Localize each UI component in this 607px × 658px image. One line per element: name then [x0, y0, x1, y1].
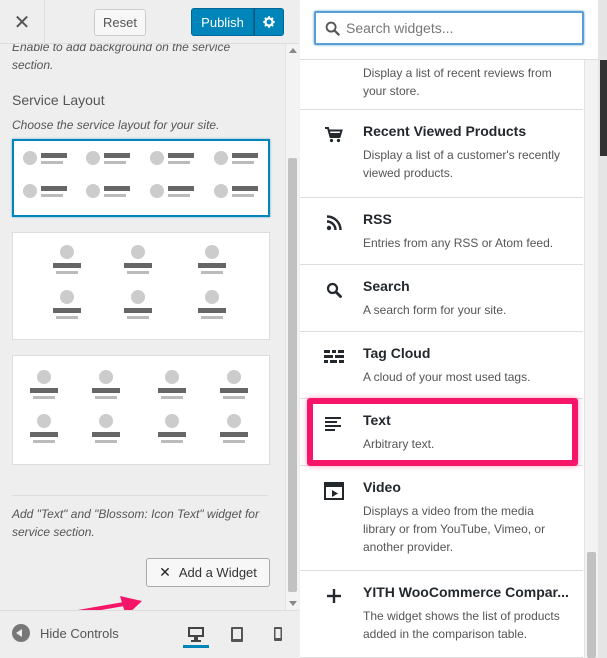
widget-description: A search form for your site.	[363, 303, 507, 317]
preview-tablet-button[interactable]	[224, 623, 250, 645]
widget-description: Display a list of a customer's recently …	[363, 148, 561, 180]
widget-description: Display a list of recent reviews from yo…	[363, 66, 552, 98]
widget-description: The widget shows the list of products ad…	[363, 609, 560, 641]
widget-item-text[interactable]: Text Arbitrary text.	[300, 400, 583, 466]
widget-item-yith-woocommerce-compare[interactable]: YITH WooCommerce Compar... The widget sh…	[300, 572, 583, 658]
widget-description: Arbitrary text.	[363, 437, 435, 451]
service-layout-description: Choose the service layout for your site.	[12, 118, 220, 132]
widget-title: YITH WooCommerce Compar...	[363, 584, 569, 600]
widget-description: Entries from any RSS or Atom feed.	[363, 236, 554, 250]
layout-option-3[interactable]	[12, 355, 270, 465]
preview-desktop-button[interactable]	[183, 622, 209, 648]
close-x-icon: ✕	[159, 564, 171, 580]
layout-preview-item	[214, 184, 258, 198]
close-customizer-button[interactable]: ✕	[0, 0, 45, 44]
cart-icon	[325, 127, 343, 143]
widget-item-rss[interactable]: RSS Entries from any RSS or Atom feed.	[300, 199, 583, 265]
layout-preview-item	[23, 184, 67, 198]
layout-preview-item	[198, 245, 226, 274]
widget-item-recent-reviews[interactable]: Display a list of recent reviews from yo…	[300, 60, 583, 110]
scrollbar-thumb[interactable]	[587, 552, 596, 658]
layout-preview-item	[92, 370, 120, 399]
customizer-footer: Hide Controls	[0, 610, 299, 658]
reset-button[interactable]: Reset	[94, 9, 146, 36]
widget-description: Displays a video from the media library …	[363, 504, 546, 554]
hide-controls-button[interactable]: Hide Controls	[12, 624, 119, 642]
available-widgets-panel: Display a list of recent reviews from yo…	[300, 0, 598, 658]
widget-title: Recent Viewed Products	[363, 123, 527, 139]
scroll-up-icon[interactable]	[289, 48, 297, 53]
tag-cloud-icon	[324, 350, 344, 363]
widget-description: A cloud of your most used tags.	[363, 370, 531, 384]
layout-preview-item	[214, 151, 258, 165]
layout-preview-item	[158, 370, 186, 399]
plus-icon	[327, 589, 341, 603]
collapse-icon	[12, 624, 30, 642]
preview-mobile-button[interactable]	[265, 623, 291, 645]
widget-search-bar	[300, 0, 598, 60]
background-option-description: Enable to add background on the service …	[12, 44, 231, 72]
widget-title: Tag Cloud	[363, 345, 431, 361]
scroll-down-icon[interactable]	[289, 601, 297, 606]
widget-title: RSS	[363, 211, 392, 227]
layout-preview-item	[92, 414, 120, 443]
layout-preview-item	[23, 151, 67, 165]
layout-preview-item	[53, 290, 81, 319]
annotation-arrow-icon	[77, 596, 142, 610]
hide-controls-label: Hide Controls	[40, 625, 119, 641]
service-layout-title: Service Layout	[12, 92, 105, 108]
layout-preview-item	[53, 245, 81, 274]
preview-edge-dark	[600, 60, 607, 156]
text-lines-icon	[325, 417, 341, 431]
mobile-icon	[274, 627, 282, 641]
widget-area-description: Add "Text" and "Blossom: Icon Text" widg…	[12, 507, 259, 539]
gear-icon	[263, 16, 275, 28]
publish-button[interactable]: Publish	[191, 8, 254, 36]
layout-preview-item	[158, 414, 186, 443]
layout-preview-item	[124, 245, 152, 274]
video-icon	[324, 482, 344, 500]
close-icon: ✕	[13, 11, 31, 34]
customizer-header: ✕ Reset Publish	[0, 0, 299, 44]
desktop-icon	[188, 626, 204, 642]
layout-preview-item	[220, 414, 248, 443]
add-widget-button[interactable]: ✕ Add a Widget	[146, 558, 270, 587]
widget-item-tag-cloud[interactable]: Tag Cloud A cloud of your most used tags…	[300, 333, 583, 399]
layout-preview-item	[86, 151, 130, 165]
widget-title: Search	[363, 278, 410, 294]
section-divider	[12, 495, 268, 496]
widget-title: Text	[363, 412, 391, 428]
layout-preview-item	[198, 290, 226, 319]
rss-icon	[326, 215, 342, 231]
widget-item-recent-viewed-products[interactable]: Recent Viewed Products Display a list of…	[300, 111, 583, 198]
layout-option-1[interactable]	[12, 139, 270, 217]
customizer-section-content: Enable to add background on the service …	[0, 44, 285, 610]
customizer-panel: ✕ Reset Publish Enable to add background…	[0, 0, 299, 658]
widget-item-video[interactable]: Video Displays a video from the media li…	[300, 467, 583, 571]
layout-preview-item	[124, 290, 152, 319]
layout-preview-item	[150, 184, 194, 198]
layout-preview-item	[30, 370, 58, 399]
widget-search-input[interactable]	[346, 20, 566, 36]
widgets-scrollbar[interactable]	[584, 60, 598, 658]
widget-search-box[interactable]	[314, 11, 584, 45]
layout-preview-item	[86, 184, 130, 198]
widget-title: Video	[363, 479, 401, 495]
layout-preview-item	[150, 151, 194, 165]
layout-preview-item	[30, 414, 58, 443]
search-icon	[325, 21, 340, 36]
add-widget-label: Add a Widget	[178, 565, 257, 580]
tablet-icon	[231, 626, 243, 642]
scrollbar-thumb[interactable]	[288, 158, 297, 592]
publish-settings-button[interactable]	[254, 8, 284, 36]
customizer-scrollbar[interactable]	[285, 44, 299, 610]
widget-item-search[interactable]: Search A search form for your site.	[300, 266, 583, 332]
layout-preview-item	[220, 370, 248, 399]
layout-option-2[interactable]	[12, 232, 270, 340]
search-icon	[326, 282, 342, 298]
